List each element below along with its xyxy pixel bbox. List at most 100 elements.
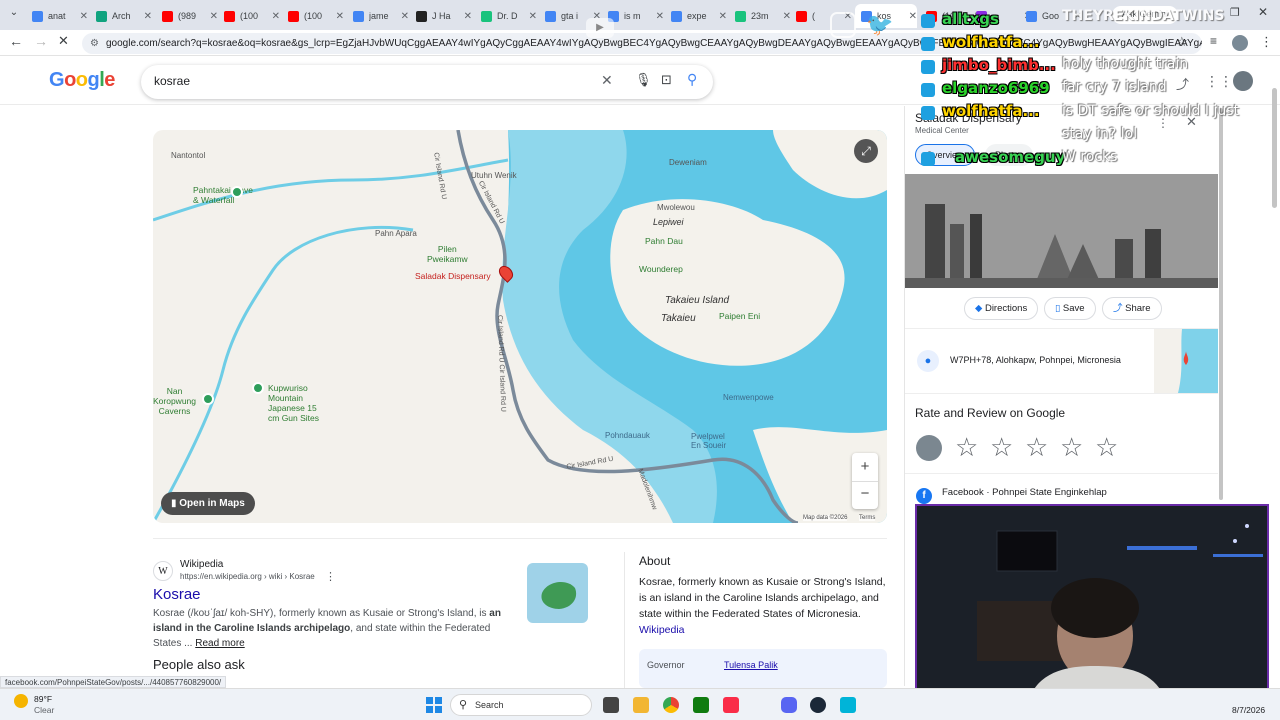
taskbar-search[interactable]: ⚲ Search — [450, 694, 592, 716]
zoom-in-button[interactable]: + — [852, 453, 878, 481]
fullscreen-map-button[interactable]: ⤢ — [854, 139, 878, 163]
search-box[interactable]: kosrae ✕ 🎙 ⊡ ⚲ — [141, 65, 713, 99]
google-logo[interactable]: Google — [49, 69, 115, 92]
close-window-icon[interactable]: ✕ — [1258, 5, 1268, 19]
tab-search-dropdown-icon[interactable]: ⌄ — [6, 7, 22, 23]
close-tab-icon[interactable]: ✕ — [336, 11, 344, 22]
close-tab-icon[interactable]: ✕ — [719, 11, 727, 22]
map-label-kupwuriso[interactable]: Kupwuriso Mountain Japanese 15 cm Gun Si… — [268, 383, 319, 423]
browser-tab[interactable]: Dr. D ✕ — [475, 4, 537, 28]
tab-label: Arch — [112, 11, 131, 21]
plus-code[interactable]: W7PH+78, Alohkapw, Pohnpei, Micronesia — [950, 355, 1121, 365]
map-label-dispensary[interactable]: Saladak Dispensary — [415, 271, 491, 281]
profile-avatar[interactable] — [1232, 35, 1248, 51]
facebook-link[interactable]: Facebook · Pohnpei State Enginkehlap — [942, 487, 1107, 498]
steam-icon[interactable] — [810, 697, 826, 713]
windows-start-icon[interactable] — [426, 697, 442, 713]
result-url[interactable]: https://en.wikipedia.org › wiki › Kosrae — [180, 572, 315, 581]
close-tab-icon[interactable]: ✕ — [656, 11, 664, 22]
search-icon[interactable]: ⚲ — [687, 71, 697, 88]
map-label-cave[interactable]: Pahntakai Cave & Waterfall — [193, 185, 253, 205]
map-view[interactable]: Nantontol Pahntakai Cave & Waterfall Utu… — [153, 130, 887, 523]
star-rating-icon[interactable]: ☆ — [990, 432, 1025, 462]
governor-row: Governor Tulensa Palik — [639, 649, 887, 688]
sidebar-icon[interactable]: ≡ — [1210, 34, 1217, 48]
forward-icon[interactable]: → — [34, 33, 48, 49]
weather-temp[interactable]: 89°F — [34, 694, 52, 704]
browser-tab[interactable]: Arch ✕ — [90, 4, 152, 28]
task-view-icon[interactable] — [603, 697, 619, 713]
close-tab-icon[interactable]: ✕ — [210, 11, 218, 22]
close-tab-icon[interactable]: ✕ — [272, 11, 280, 22]
result-menu-icon[interactable]: ⋮ — [325, 570, 336, 583]
cave-pin-icon[interactable] — [231, 186, 243, 198]
browser-tab[interactable]: 23m ✕ — [729, 4, 791, 28]
river-west — [153, 225, 414, 523]
browser-tab[interactable]: anat ✕ — [26, 4, 88, 28]
result-thumbnail[interactable] — [527, 563, 588, 623]
browser-tab[interactable]: (100 ✕ — [218, 4, 280, 28]
tab-favicon-icon — [735, 10, 746, 22]
star-rating-icon[interactable]: ☆ — [955, 432, 990, 462]
music-app-icon[interactable] — [723, 697, 739, 713]
browser-tab[interactable]: (989 ✕ — [156, 4, 218, 28]
map-label-nan[interactable]: Nan Koropwung Caverns — [153, 386, 196, 416]
chrome-icon[interactable] — [663, 697, 679, 713]
restore-icon[interactable]: ❐ — [1230, 6, 1240, 19]
chat-badge-icon — [921, 14, 935, 28]
star-rating-icon[interactable]: ☆ — [1095, 432, 1130, 462]
caverns-pin-icon[interactable] — [202, 393, 214, 405]
open-in-maps-button[interactable]: ▮ Open in Maps — [161, 492, 255, 515]
mountain-pin-icon[interactable] — [252, 382, 264, 394]
clear-search-icon[interactable]: ✕ — [601, 72, 613, 89]
map-label-utuhn: Utuhn Wenik — [471, 171, 517, 180]
app-icon[interactable] — [840, 697, 856, 713]
close-tab-icon[interactable]: ✕ — [464, 11, 472, 22]
back-icon[interactable]: ← — [9, 33, 23, 49]
chat-username: wolfhatfa... — [942, 102, 1040, 120]
close-tab-icon[interactable]: ✕ — [80, 11, 88, 22]
wikipedia-favicon[interactable]: W — [153, 561, 173, 581]
page-scrollbar[interactable] — [1272, 88, 1277, 208]
about-wikipedia-link[interactable]: Wikipedia — [639, 624, 685, 636]
tab-label: J Ha — [432, 11, 451, 21]
stop-loading-icon[interactable]: ✕ — [58, 33, 69, 49]
close-tab-icon[interactable]: ✕ — [401, 11, 409, 22]
browser-tab[interactable]: expe ✕ — [665, 4, 727, 28]
apps-grid-icon[interactable]: ⋮⋮ — [1205, 73, 1233, 90]
governor-value[interactable]: Tulensa Palik — [724, 660, 778, 670]
close-tab-icon[interactable]: ✕ — [909, 11, 917, 22]
result-title[interactable]: Kosrae — [153, 586, 201, 603]
more-menu-icon[interactable]: ⋮ — [1260, 34, 1273, 50]
browser-tab[interactable]: J Ha ✕ — [410, 4, 472, 28]
panel-scrollbar[interactable] — [1219, 108, 1223, 500]
map-label-wounderep: Wounderep — [639, 264, 683, 274]
weather-condition[interactable]: Clear — [34, 705, 54, 715]
share-icon[interactable]: ⤴ — [1176, 74, 1189, 93]
map-terms-link[interactable]: Terms — [859, 515, 876, 521]
directions-button[interactable]: ◆ Directions — [964, 297, 1039, 320]
taskbar-date[interactable]: 8/7/2026 — [1232, 705, 1265, 715]
discord-icon[interactable] — [781, 697, 797, 713]
zoom-out-button[interactable]: − — [852, 481, 878, 509]
file-explorer-icon[interactable] — [633, 697, 649, 713]
star-rating-icon[interactable]: ☆ — [1025, 432, 1060, 462]
browser-tab[interactable]: (100 ✕ — [282, 4, 344, 28]
mini-map-thumbnail[interactable] — [1154, 329, 1218, 393]
close-tab-icon[interactable]: ✕ — [144, 11, 152, 22]
star-rating-icon[interactable]: ☆ — [1060, 432, 1095, 462]
voice-search-icon[interactable]: 🎙 — [635, 72, 652, 88]
account-avatar[interactable] — [1233, 71, 1253, 91]
read-more-link[interactable]: Read more — [195, 638, 244, 649]
bookmark-star-icon[interactable]: ☆ — [1176, 34, 1188, 50]
share-button[interactable]: ⤴ Share — [1102, 297, 1162, 320]
save-button[interactable]: ▯ Save — [1044, 297, 1096, 320]
site-info-icon[interactable]: ⚙ — [90, 33, 99, 54]
place-photo[interactable] — [905, 174, 1218, 288]
lens-icon[interactable]: ⊡ — [661, 72, 672, 88]
weather-icon[interactable] — [14, 694, 28, 708]
browser-tab[interactable]: jame ✕ — [347, 4, 409, 28]
close-tab-icon[interactable]: ✕ — [529, 11, 537, 22]
result-source[interactable]: Wikipedia — [180, 559, 223, 570]
xbox-icon[interactable] — [693, 697, 709, 713]
